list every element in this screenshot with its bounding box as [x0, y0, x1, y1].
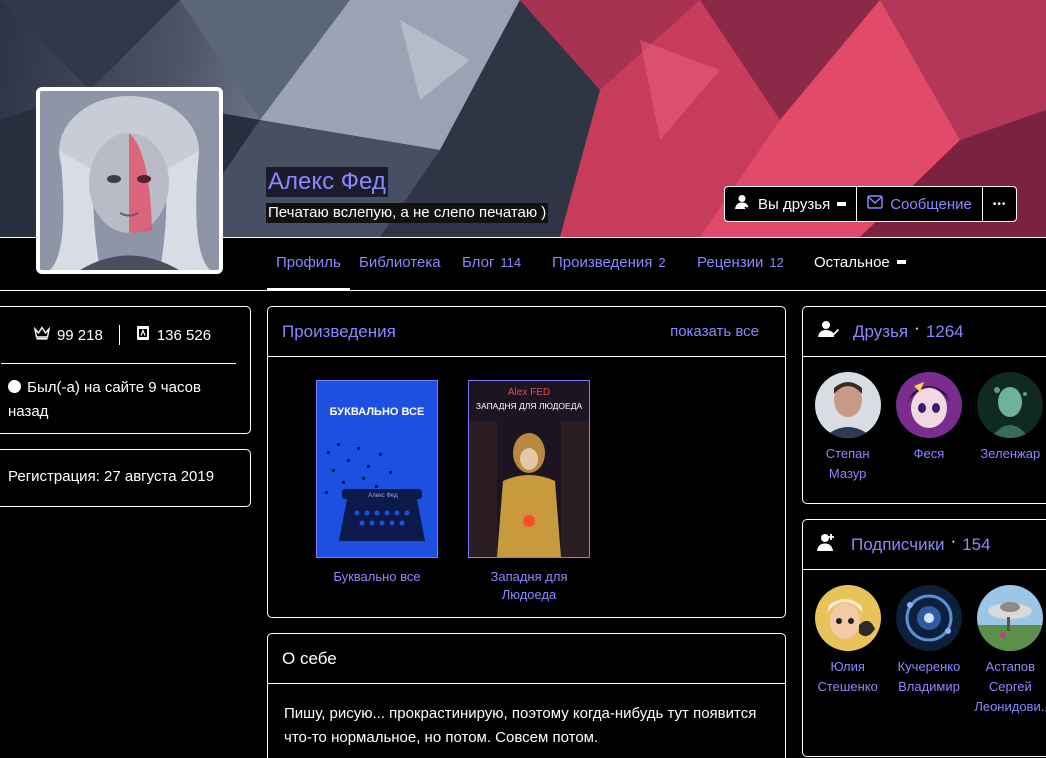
followers-list: Юлия Стешенко Кучеренко Владимир Астапов…: [803, 570, 1046, 717]
tab-label: Блог: [462, 254, 495, 271]
show-all-link[interactable]: показать все: [670, 323, 759, 340]
avatar[interactable]: [977, 585, 1044, 651]
follower-name: Астапов Сергей Леонидови...: [974, 659, 1046, 714]
book-cover[interactable]: БУКВАЛЬНО ВСЕ Алекс Фед: [316, 380, 438, 558]
follower-item[interactable]: Юлия Стешенко: [812, 585, 884, 717]
book-cover[interactable]: Alex FED ЗАПАДНЯ ДЛЯ ЛЮДОЕДА: [468, 380, 590, 558]
tab-library[interactable]: Библиотека: [359, 254, 441, 271]
follower-name: Юлия Стешенко: [817, 659, 878, 694]
followers-count: 154: [962, 534, 991, 554]
about-card: О себе Пишу, рисую... прокрастинирую, по…: [267, 633, 786, 758]
friend-name: Зеленжар: [980, 446, 1041, 461]
message-button[interactable]: Сообщение: [857, 187, 983, 221]
rating-stat: 99 218: [18, 326, 119, 344]
cover-author-text: Алекс Фед: [368, 493, 398, 499]
tab-label: Рецензии: [697, 254, 764, 271]
work-item[interactable]: БУКВАЛЬНО ВСЕ Алекс Фед Буквально все: [316, 380, 438, 604]
followers-card: Подписчики · 154 Юлия Стешенко Кучеренко…: [802, 519, 1046, 757]
user-check-icon: [735, 194, 752, 214]
achievement-value: 136 526: [156, 326, 212, 344]
friends-title[interactable]: Друзья: [853, 322, 908, 342]
cover-author-text: Alex FED: [508, 387, 550, 398]
more-dots-icon: •••: [992, 198, 1007, 210]
avatar[interactable]: [895, 585, 962, 651]
tab-label: Библиотека: [359, 254, 441, 271]
dropdown-dash-icon: [896, 260, 906, 264]
avatar[interactable]: [977, 372, 1044, 438]
tab-label: Профиль: [276, 254, 341, 271]
friends-button[interactable]: Вы друзья: [725, 187, 858, 221]
follower-item[interactable]: Астапов Сергей Леонидови...: [974, 585, 1046, 717]
friends-card: Друзья · 1264 Степан Мазур Феся Зеленжар: [802, 306, 1046, 504]
follower-name: Кучеренко Владимир: [897, 659, 961, 694]
crown-icon: [33, 326, 51, 344]
online-text: Был(-а) на сайте 9 часов назад: [8, 379, 201, 420]
tab-other[interactable]: Остальное: [814, 254, 906, 271]
more-button[interactable]: •••: [983, 187, 1017, 221]
friends-list: Степан Мазур Феся Зеленжар: [803, 357, 1046, 484]
dropdown-dash-icon: [837, 202, 847, 206]
tab-reviews[interactable]: Рецензии 12: [697, 254, 784, 271]
tab-label: Произведения: [552, 254, 653, 271]
work-title[interactable]: Буквально все: [316, 568, 438, 586]
tab-count: 12: [769, 255, 784, 270]
friend-name: Степан Мазур: [825, 446, 870, 481]
stats-card: 99 218 136 526 Был(-а) на сайте 9 часов …: [0, 306, 251, 434]
profile-name: Алекс Фед: [266, 167, 388, 197]
registration-card: Регистрация: 27 августа 2019: [0, 449, 251, 507]
followers-title[interactable]: Подписчики: [851, 535, 945, 555]
user-follow-icon: [817, 532, 837, 557]
online-status: Был(-а) на сайте 9 часов назад: [0, 364, 250, 436]
friend-item[interactable]: Феся: [893, 372, 965, 484]
registration-text: Регистрация: 27 августа 2019: [8, 468, 215, 485]
tab-works[interactable]: Произведения 2: [552, 254, 666, 271]
works-title: Произведения: [282, 321, 396, 341]
cover-title-text: БУКВАЛЬНО ВСЕ: [330, 406, 425, 418]
friend-item[interactable]: Зеленжар: [974, 372, 1046, 484]
about-title: О себе: [282, 648, 337, 668]
tab-profile[interactable]: Профиль: [267, 254, 350, 291]
friend-item[interactable]: Степан Мазур: [812, 372, 884, 484]
works-list: БУКВАЛЬНО ВСЕ Алекс Фед Буквально все Al…: [316, 380, 590, 604]
separator-dot: ·: [914, 317, 920, 337]
work-item[interactable]: Alex FED ЗАПАДНЯ ДЛЯ ЛЮДОЕДА Западня для…: [468, 380, 590, 604]
friends-count: 1264: [925, 321, 964, 341]
cover-title-text: ЗАПАДНЯ ДЛЯ ЛЮДОЕДА: [476, 401, 583, 411]
profile-avatar[interactable]: [36, 87, 223, 274]
message-label: Сообщение: [890, 195, 972, 213]
tab-blog[interactable]: Блог 114: [462, 254, 521, 271]
friends-label: Вы друзья: [758, 195, 831, 213]
friend-name: Феся: [913, 446, 945, 461]
about-text: Пишу, рисую... прокрастинирую, поэтому к…: [284, 705, 757, 746]
avatar[interactable]: [895, 372, 962, 438]
rating-value: 99 218: [56, 326, 103, 344]
avatar[interactable]: [814, 372, 881, 438]
users-icon: [817, 320, 840, 343]
tab-count: 2: [658, 255, 666, 270]
status-dot-icon: [8, 380, 21, 393]
book-icon: [136, 325, 150, 345]
profile-status: Печатаю вслепую, а не слепо печатаю ): [266, 203, 549, 223]
profile-actions: Вы друзья Сообщение •••: [724, 186, 1018, 222]
achievement-stat: 136 526: [118, 325, 227, 345]
follower-item[interactable]: Кучеренко Владимир: [893, 585, 965, 717]
envelope-icon: [867, 195, 883, 213]
avatar[interactable]: [814, 585, 881, 651]
separator-dot: ·: [950, 530, 957, 550]
work-title[interactable]: Западня для Людоеда: [468, 568, 590, 604]
tab-count: 114: [500, 255, 522, 270]
tab-label: Остальное: [814, 254, 890, 271]
works-card: Произведения показать все БУКВАЛЬНО ВСЕ …: [267, 306, 786, 618]
